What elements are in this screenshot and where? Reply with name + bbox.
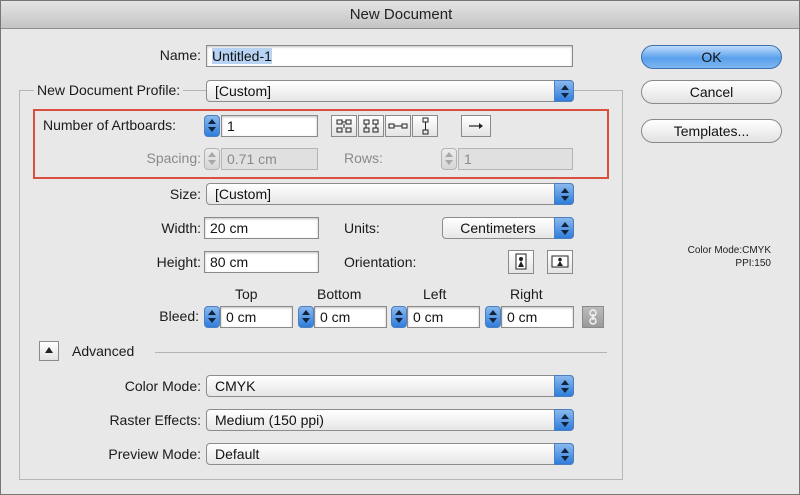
size-label: Size: <box>169 186 201 202</box>
advanced-separator <box>155 352 607 353</box>
rows-stepper <box>441 148 457 170</box>
units-popup-arrow <box>554 217 574 239</box>
advanced-disclosure-icon[interactable] <box>39 341 59 361</box>
color-mode-value: CMYK <box>215 378 256 394</box>
landscape-orientation-icon[interactable] <box>547 250 573 274</box>
raster-effects-value: Medium (150 ppi) <box>215 412 324 428</box>
bleed-right-stepper[interactable] <box>485 306 501 328</box>
cancel-button[interactable]: Cancel <box>641 80 782 104</box>
raster-effects-popup-arrow <box>554 409 574 431</box>
units-value: Centimeters <box>460 220 536 236</box>
ok-button[interactable]: OK <box>641 45 782 69</box>
rows-label: Rows: <box>344 150 383 166</box>
size-value: [Custom] <box>215 186 272 202</box>
profile-popup-arrow <box>554 80 574 102</box>
bleed-right-label: Right <box>510 286 543 302</box>
color-mode-popup-arrow <box>554 375 574 397</box>
artboards-stepper[interactable] <box>204 115 220 137</box>
name-field[interactable]: Untitled-1 <box>206 45 573 67</box>
preview-mode-popup-arrow <box>554 443 574 465</box>
arrange-by-row-icon[interactable] <box>385 115 411 137</box>
bleed-left-label: Left <box>423 286 447 302</box>
info-ppi: PPI:150 <box>735 258 771 269</box>
units-label: Units: <box>344 220 380 236</box>
templates-button[interactable]: Templates... <box>641 119 782 143</box>
grid-by-column-icon[interactable] <box>358 115 384 137</box>
height-field[interactable]: 80 cm <box>204 251 319 273</box>
bleed-bottom-label: Bottom <box>317 286 362 302</box>
window-title: New Document <box>1 1 799 29</box>
profile-value: [Custom] <box>215 83 272 99</box>
orientation-label: Orientation: <box>344 254 417 270</box>
advanced-label: Advanced <box>72 343 135 359</box>
units-popup[interactable]: Centimeters <box>442 217 574 239</box>
bleed-label: Bleed: <box>159 308 199 324</box>
height-label: Height: <box>156 254 201 270</box>
bleed-top-field[interactable]: 0 cm <box>220 306 293 328</box>
bleed-top-label: Top <box>235 286 258 302</box>
arrange-by-column-icon[interactable] <box>412 115 438 137</box>
width-field[interactable]: 20 cm <box>204 217 319 239</box>
raster-effects-popup[interactable]: Medium (150 ppi) <box>206 409 574 431</box>
info-color-mode: Color Mode:CMYK <box>687 245 771 256</box>
rows-field: 1 <box>458 148 573 170</box>
color-mode-label: Color Mode: <box>124 378 201 394</box>
link-bleed-icon[interactable] <box>582 306 604 328</box>
new-document-dialog: New Document Name: Untitled-1 New Docume… <box>0 0 800 495</box>
preview-mode-popup[interactable]: Default <box>206 443 574 465</box>
size-popup-arrow <box>554 183 574 205</box>
profile-popup[interactable]: [Custom] <box>206 80 574 102</box>
bleed-left-field[interactable]: 0 cm <box>407 306 480 328</box>
bleed-bottom-stepper[interactable] <box>298 306 314 328</box>
bleed-left-stepper[interactable] <box>391 306 407 328</box>
bleed-top-stepper[interactable] <box>204 306 220 328</box>
grid-by-row-icon[interactable] <box>331 115 357 137</box>
artboards-label: Number of Artboards: <box>43 117 177 133</box>
spacing-field: 0.71 cm <box>221 148 318 170</box>
bleed-right-field[interactable]: 0 cm <box>501 306 574 328</box>
color-mode-popup[interactable]: CMYK <box>206 375 574 397</box>
spacing-stepper <box>204 148 220 170</box>
size-popup[interactable]: [Custom] <box>206 183 574 205</box>
right-to-left-layout-icon[interactable] <box>461 115 491 137</box>
profile-label: New Document Profile: <box>34 82 184 98</box>
preview-mode-value: Default <box>215 446 260 462</box>
name-value: Untitled-1 <box>212 48 272 64</box>
name-label: Name: <box>159 47 201 63</box>
bleed-bottom-field[interactable]: 0 cm <box>314 306 387 328</box>
portrait-orientation-icon[interactable] <box>508 250 534 274</box>
document-info: Color Mode:CMYK PPI:150 <box>641 244 771 270</box>
spacing-label: Spacing: <box>146 150 201 166</box>
artboards-field[interactable]: 1 <box>221 115 318 137</box>
width-label: Width: <box>161 220 201 236</box>
preview-mode-label: Preview Mode: <box>108 446 201 462</box>
raster-effects-label: Raster Effects: <box>109 412 201 428</box>
